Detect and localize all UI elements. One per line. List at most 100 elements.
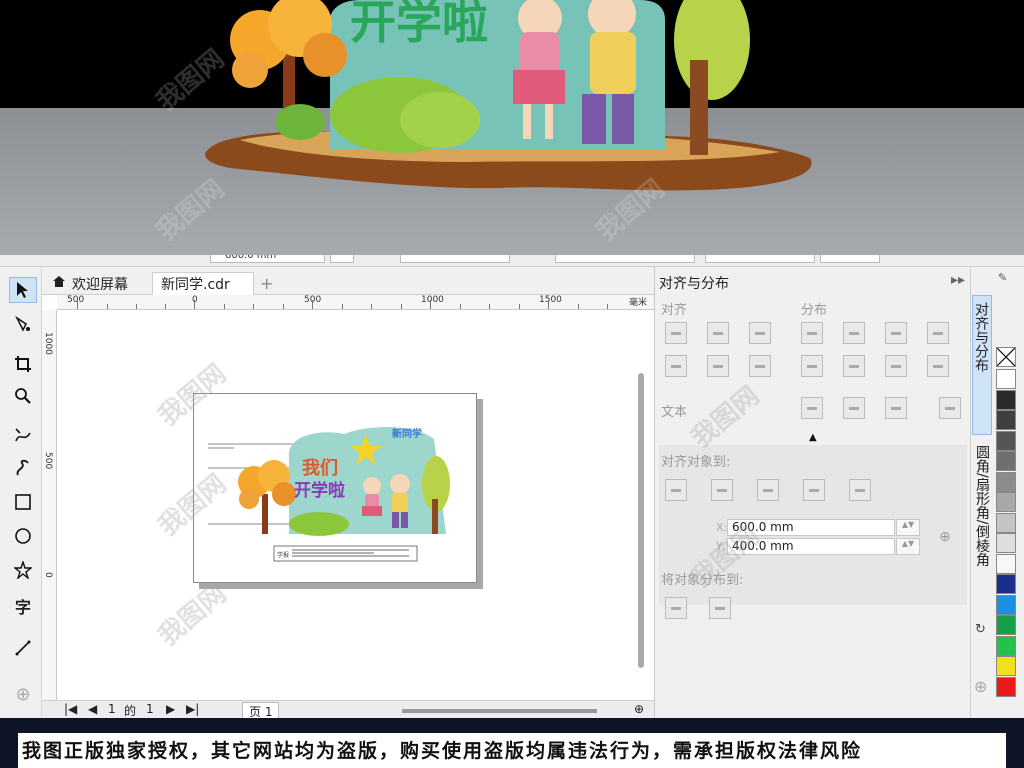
align-left-icon[interactable] bbox=[665, 322, 687, 344]
color-swatch[interactable] bbox=[996, 471, 1016, 492]
x-position-field[interactable]: X: 600.0 mm ▲▼ bbox=[716, 519, 920, 536]
color-swatch[interactable] bbox=[996, 410, 1016, 430]
text-outline-icon[interactable] bbox=[939, 397, 961, 419]
property-field[interactable] bbox=[820, 255, 880, 263]
docker-title: 对齐与分布 bbox=[659, 276, 729, 292]
copyright-banner: 我图正版独家授权，其它网站均为盗版，购买使用盗版均属违法行为，需承担版权法律风险 bbox=[0, 718, 1024, 768]
crop-tool-icon[interactable] bbox=[9, 351, 37, 377]
artistic-media-icon[interactable] bbox=[9, 455, 37, 481]
tab-welcome[interactable]: 欢迎屏幕 bbox=[44, 272, 136, 295]
tab-document[interactable]: 新同学.cdr bbox=[152, 272, 254, 295]
tab-align-distribute[interactable]: 对齐与分布 bbox=[972, 295, 992, 435]
tab-document-label: 新同学.cdr bbox=[161, 277, 230, 293]
dimension-tool-icon[interactable] bbox=[9, 635, 37, 661]
prev-page-icon[interactable]: ◀ bbox=[88, 702, 97, 716]
text-first-baseline-icon[interactable] bbox=[801, 397, 823, 419]
color-swatch[interactable] bbox=[996, 389, 1016, 410]
point-target-icon[interactable]: ⊕ bbox=[939, 529, 951, 545]
color-swatch[interactable] bbox=[996, 553, 1016, 574]
document-page[interactable]: 我们 开学啦 新同学 学报 bbox=[193, 393, 477, 583]
y-spin-button[interactable]: ▲▼ bbox=[896, 538, 920, 555]
color-swatch[interactable] bbox=[996, 512, 1016, 533]
text-tool-icon[interactable]: 字 bbox=[9, 593, 37, 619]
drawing-canvas[interactable]: 500 0 500 1000 1500 毫米 1000 500 0 bbox=[42, 295, 654, 700]
lock-ratio-button[interactable] bbox=[330, 255, 354, 263]
docker-tabs: 对齐与分布 圆角/扇形角/倒棱角 ↻ ⊕ bbox=[970, 267, 992, 718]
specified-point-icon[interactable] bbox=[849, 479, 871, 501]
horizontal-scrollbar[interactable] bbox=[402, 709, 597, 713]
align-bottom-icon[interactable] bbox=[749, 355, 771, 377]
rectangle-tool-icon[interactable] bbox=[9, 489, 37, 515]
distribute-top-icon[interactable] bbox=[801, 355, 823, 377]
active-objects-icon[interactable] bbox=[665, 479, 687, 501]
color-swatch[interactable] bbox=[996, 676, 1016, 697]
refresh-icon[interactable]: ↻ bbox=[975, 622, 986, 637]
distribute-spacing-v-icon[interactable] bbox=[927, 355, 949, 377]
color-palette: ✎ bbox=[992, 267, 1024, 718]
shape-tool-icon[interactable] bbox=[9, 311, 37, 337]
grid-icon[interactable] bbox=[803, 479, 825, 501]
no-color-swatch[interactable] bbox=[996, 347, 1016, 367]
signboard-illustration: 开学啦 bbox=[205, 0, 812, 191]
color-swatch[interactable] bbox=[996, 574, 1016, 594]
last-page-icon[interactable]: ▶| bbox=[186, 702, 199, 716]
distribute-center-icon[interactable] bbox=[843, 322, 865, 344]
distribute-right-icon[interactable] bbox=[885, 322, 907, 344]
page-total: 1 bbox=[146, 702, 154, 716]
distribute-middle-icon[interactable] bbox=[843, 355, 865, 377]
x-spin-button[interactable]: ▲▼ bbox=[896, 519, 920, 536]
ruler-label: 1500 bbox=[539, 295, 562, 305]
page-navigator: |◀ ◀ 1 的 1 ▶ ▶| 页 1 ⊕ bbox=[42, 700, 654, 721]
vertical-scrollbar[interactable] bbox=[638, 373, 644, 668]
text-last-baseline-icon[interactable] bbox=[843, 397, 865, 419]
zoom-tool-icon[interactable] bbox=[9, 383, 37, 409]
color-swatch[interactable] bbox=[996, 635, 1016, 656]
color-swatch[interactable] bbox=[996, 492, 1016, 512]
polygon-tool-icon[interactable] bbox=[9, 557, 37, 583]
next-page-icon[interactable]: ▶ bbox=[166, 702, 175, 716]
new-tab-button[interactable]: + bbox=[260, 274, 273, 293]
color-swatch[interactable] bbox=[996, 533, 1016, 553]
page-center-icon[interactable] bbox=[757, 479, 779, 501]
collapse-arrow-icon[interactable]: ▲ bbox=[809, 432, 817, 443]
tab-fillet-scallop-chamfer[interactable]: 圆角/扇形角/倒棱角 bbox=[972, 439, 992, 609]
align-center-v-icon[interactable] bbox=[707, 355, 729, 377]
color-swatch[interactable] bbox=[996, 369, 1016, 389]
color-swatch[interactable] bbox=[996, 615, 1016, 635]
color-swatch[interactable] bbox=[996, 594, 1016, 615]
page-edge-icon[interactable] bbox=[711, 479, 733, 501]
property-field[interactable] bbox=[555, 255, 695, 263]
align-center-h-icon[interactable] bbox=[707, 322, 729, 344]
property-field[interactable] bbox=[705, 255, 815, 263]
first-page-icon[interactable]: |◀ bbox=[64, 702, 77, 716]
freehand-tool-icon[interactable] bbox=[9, 423, 37, 449]
color-swatch[interactable] bbox=[996, 430, 1016, 451]
ruler-label: 500 bbox=[67, 295, 85, 305]
banner-text: 我图正版独家授权，其它网站均为盗版，购买使用盗版均属违法行为，需承担版权法律风险 bbox=[22, 740, 863, 762]
color-swatch[interactable] bbox=[996, 656, 1016, 676]
toolbox: 字 ⊕ bbox=[0, 267, 42, 718]
size-field[interactable]: 600.0 mm bbox=[210, 255, 325, 263]
palette-pin-icon[interactable]: ✎ bbox=[998, 271, 1007, 284]
distribute-spacing-h-icon[interactable] bbox=[927, 322, 949, 344]
ruler-label: 1000 bbox=[421, 295, 444, 305]
color-swatch[interactable] bbox=[996, 451, 1016, 471]
text-section-label: 文本 bbox=[661, 405, 688, 420]
property-field[interactable] bbox=[400, 255, 510, 263]
y-position-field[interactable]: Y: 400.0 mm ▲▼ bbox=[716, 538, 920, 555]
align-right-icon[interactable] bbox=[749, 322, 771, 344]
align-top-icon[interactable] bbox=[665, 355, 687, 377]
text-bounding-box-icon[interactable] bbox=[885, 397, 907, 419]
distribute-to-page-icon[interactable] bbox=[709, 597, 731, 619]
add-tool-icon[interactable]: ⊕ bbox=[9, 681, 37, 707]
artwork-title-line1: 我们 bbox=[302, 457, 338, 479]
ellipse-tool-icon[interactable] bbox=[9, 523, 37, 549]
docker-expand-icon[interactable]: ▸▸ bbox=[951, 272, 965, 288]
add-docker-icon[interactable]: ⊕ bbox=[974, 677, 987, 696]
zoom-nav-icon[interactable]: ⊕ bbox=[634, 702, 644, 716]
distribute-left-icon[interactable] bbox=[801, 322, 823, 344]
pick-tool-icon[interactable] bbox=[9, 277, 37, 303]
distribute-bottom-icon[interactable] bbox=[885, 355, 907, 377]
artwork-tag: 学报 bbox=[277, 551, 289, 559]
distribute-to-selection-icon[interactable] bbox=[665, 597, 687, 619]
